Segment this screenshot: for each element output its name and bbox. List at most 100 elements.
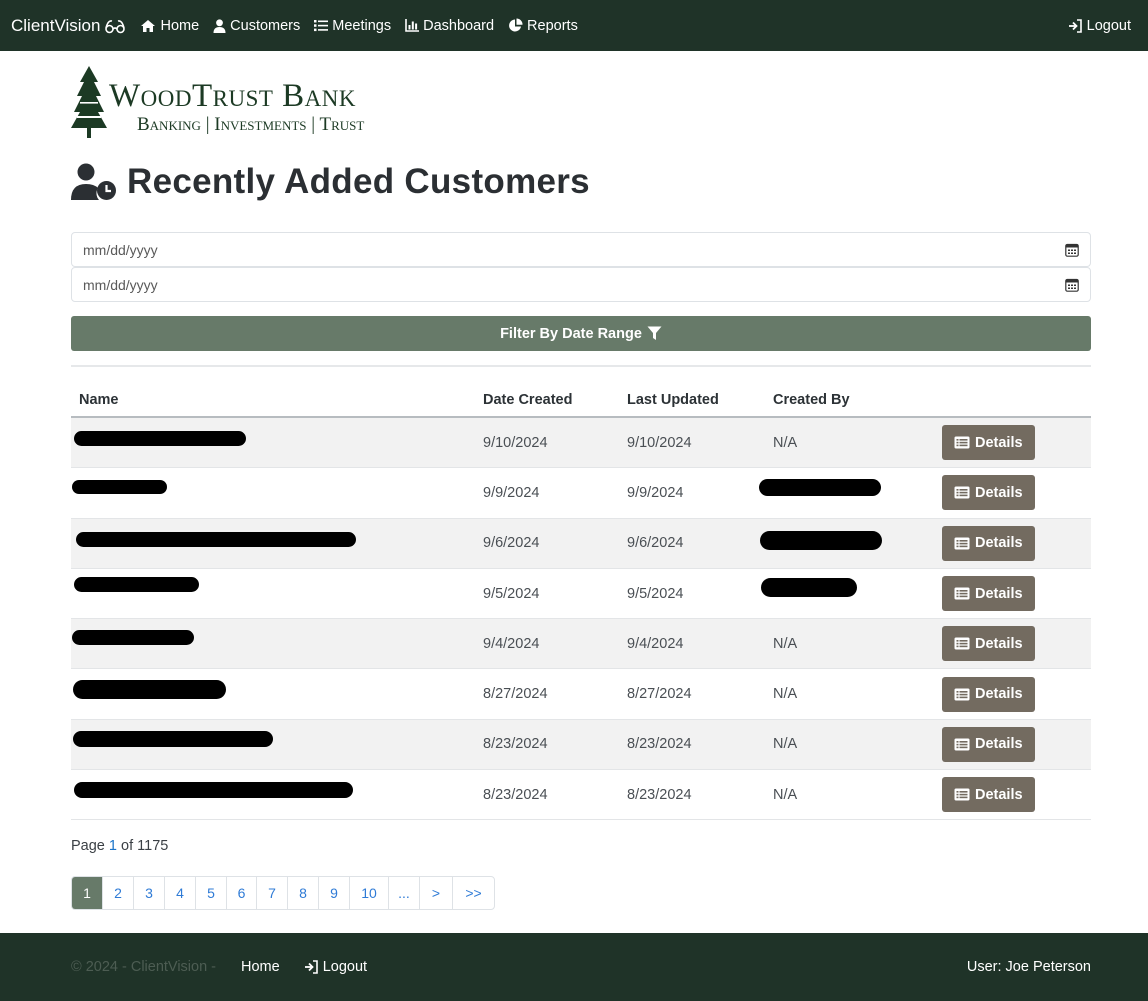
current-page: 1 — [108, 838, 117, 854]
nav-logout[interactable]: Logout — [1068, 18, 1131, 34]
page-heading: Recently Added Customers — [127, 162, 590, 201]
page-link-5[interactable]: 5 — [196, 877, 227, 909]
logo-bank-name: WoodTrust Bank — [109, 78, 357, 114]
last-updated-cell: 9/4/2024 — [627, 635, 684, 652]
page-link-8[interactable]: 8 — [288, 877, 319, 909]
sign-in-icon — [1068, 18, 1083, 33]
table-row: 8/27/2024 8/27/2024 N/A Details — [71, 669, 1091, 720]
last-updated-cell: 9/10/2024 — [627, 434, 692, 451]
nav-customers-label: Customers — [230, 17, 301, 34]
table-row: 8/23/2024 8/23/2024 N/A Details — [71, 719, 1091, 771]
nav-dashboard[interactable]: Dashboard — [405, 18, 494, 34]
details-button[interactable]: Details — [942, 626, 1035, 662]
header-date-created[interactable]: Date Created — [475, 392, 619, 408]
date-created-cell: 9/10/2024 — [483, 434, 548, 451]
details-label: Details — [975, 686, 1023, 703]
nav-reports-label: Reports — [527, 17, 578, 34]
filter-by-date-button[interactable]: Filter By Date Range — [71, 316, 1091, 351]
pine-tree-icon — [71, 66, 107, 138]
redaction-mark — [74, 782, 353, 799]
details-button[interactable]: Details — [942, 576, 1035, 612]
redaction-mark — [72, 480, 167, 495]
page-link-7[interactable]: 7 — [257, 877, 288, 909]
details-button[interactable]: Details — [942, 475, 1035, 511]
brand[interactable]: ClientVision — [11, 16, 126, 36]
glasses-icon — [105, 19, 126, 33]
nav-home-label: Home — [160, 17, 200, 34]
footer-logout-label: Logout — [322, 959, 368, 975]
date-created-cell: 9/5/2024 — [483, 585, 540, 602]
details-label: Details — [975, 535, 1023, 552]
redaction-mark — [74, 576, 199, 592]
date-created-cell: 8/23/2024 — [483, 786, 548, 803]
start-date-field[interactable] — [71, 232, 1091, 267]
nav-meetings[interactable]: Meetings — [314, 18, 391, 34]
pagination: 1 2 3 4 5 6 7 8 9 10 ... > >> — [71, 876, 495, 910]
filter-button-label: Filter By Date Range — [500, 325, 642, 342]
details-button[interactable]: Details — [942, 676, 1035, 712]
customer-name-cell — [71, 418, 475, 467]
redaction-mark — [72, 630, 194, 646]
date-created-cell: 8/23/2024 — [483, 736, 548, 753]
created-by-cell: N/A — [773, 686, 798, 703]
created-by-cell: N/A — [773, 635, 798, 652]
details-label: Details — [975, 786, 1023, 803]
table-row: 9/5/2024 9/5/2024 Details — [71, 569, 1091, 620]
table-row: 9/6/2024 9/6/2024 Details — [71, 518, 1091, 569]
footer-home-link[interactable]: Home — [241, 959, 280, 975]
list-alt-icon — [954, 738, 970, 751]
end-date-input[interactable] — [83, 276, 1065, 293]
filter-icon — [647, 326, 662, 340]
header-created-by[interactable]: Created By — [765, 384, 942, 416]
customer-name-cell — [71, 720, 475, 769]
list-alt-icon — [954, 688, 970, 701]
header-last-updated[interactable]: Last Updated — [619, 392, 765, 408]
page-link-ellipsis[interactable]: ... — [389, 877, 420, 909]
nav-home[interactable]: Home — [140, 18, 199, 34]
redaction-mark — [761, 577, 857, 597]
last-updated-cell: 9/5/2024 — [627, 585, 684, 602]
calendar-icon[interactable] — [1065, 243, 1079, 257]
table-row: 9/9/2024 9/9/2024 Details — [71, 468, 1091, 519]
nav-customers[interactable]: Customers — [213, 18, 300, 34]
chart-icon — [405, 19, 420, 32]
page-link-3[interactable]: 3 — [134, 877, 165, 909]
customer-name-cell — [71, 770, 475, 819]
details-button[interactable]: Details — [942, 525, 1035, 561]
customers-table: Name Date Created Last Updated Created B… — [71, 384, 1091, 821]
end-date-field[interactable] — [71, 267, 1091, 302]
page-link-last[interactable]: >> — [453, 877, 494, 909]
header-name[interactable]: Name — [71, 384, 475, 416]
redaction-mark — [73, 680, 226, 700]
user-icon — [213, 18, 226, 33]
details-button[interactable]: Details — [942, 777, 1035, 813]
page-link-1[interactable]: 1 — [72, 877, 103, 909]
nav-reports[interactable]: Reports — [508, 18, 578, 34]
page-link-9[interactable]: 9 — [319, 877, 350, 909]
page-link-2[interactable]: 2 — [103, 877, 134, 909]
total-pages: 1175 — [137, 838, 169, 854]
date-created-cell: 9/6/2024 — [483, 535, 540, 552]
nav-meetings-label: Meetings — [332, 17, 392, 34]
details-label: Details — [975, 484, 1023, 501]
last-updated-cell: 9/6/2024 — [627, 535, 684, 552]
list-alt-icon — [954, 537, 970, 550]
last-updated-cell: 8/23/2024 — [627, 736, 692, 753]
footer-logout-link[interactable]: Logout — [304, 959, 367, 975]
details-button[interactable]: Details — [942, 425, 1035, 461]
page-link-10[interactable]: 10 — [350, 877, 389, 909]
page-link-next[interactable]: > — [420, 877, 453, 909]
page-link-6[interactable]: 6 — [227, 877, 257, 909]
customer-name-cell — [71, 669, 475, 718]
start-date-input[interactable] — [83, 241, 1065, 258]
calendar-icon[interactable] — [1065, 278, 1079, 292]
logo-tagline: Banking | Investments | Trust — [137, 114, 365, 135]
details-label: Details — [975, 585, 1023, 602]
date-created-cell: 9/4/2024 — [483, 635, 540, 652]
details-button[interactable]: Details — [942, 726, 1035, 762]
list-alt-icon — [954, 637, 970, 650]
table-row: 8/23/2024 8/23/2024 N/A Details — [71, 770, 1091, 821]
page-link-4[interactable]: 4 — [165, 877, 196, 909]
redaction-mark — [74, 431, 246, 446]
created-by-cell: N/A — [773, 786, 798, 803]
